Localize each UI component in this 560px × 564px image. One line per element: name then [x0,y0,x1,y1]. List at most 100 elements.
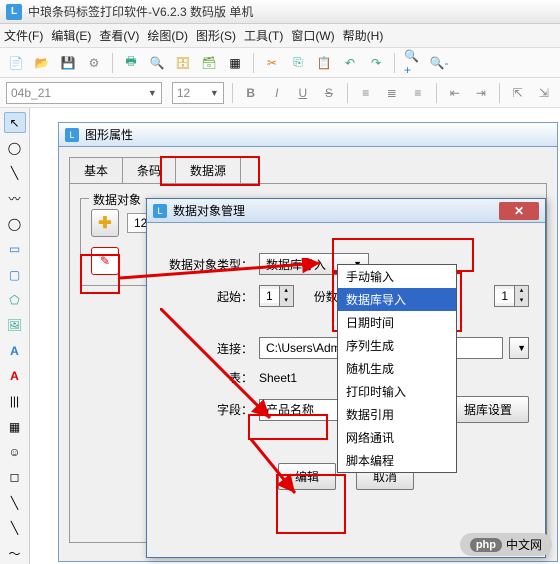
dropdown-option[interactable]: 打印时输入 [338,380,456,403]
spin-up-icon[interactable]: ▴ [279,286,293,296]
qr-tool-icon[interactable]: ▦ [4,416,26,437]
menu-window[interactable]: 窗口(W) [291,27,334,44]
new-icon[interactable]: 📄 [6,53,26,73]
menu-shape[interactable]: 图形(S) [196,27,236,44]
dropdown-option[interactable]: 随机生成 [338,357,456,380]
dropdown-option[interactable]: 手动输入 [338,265,456,288]
menu-tool[interactable]: 工具(T) [244,27,283,44]
text-tool-icon[interactable]: A [4,340,26,361]
dropdown-option[interactable]: 序列生成 [338,334,456,357]
menu-view[interactable]: 查看(V) [99,27,139,44]
dropdown-option[interactable]: 数据库导入 [338,288,456,311]
add-button[interactable]: ✚ [91,209,119,237]
fontsize-combo[interactable]: 12 ▼ [172,82,224,104]
pointer-icon[interactable]: ↖ [4,112,26,133]
rect-tool-icon[interactable]: ▭ [4,239,26,260]
diag-tool-icon[interactable]: ╲ [4,492,26,513]
dropdown-option[interactable]: 数据引用 [338,403,456,426]
menu-file[interactable]: 文件(F) [4,27,43,44]
dropdown-option[interactable]: 脚本编程 [338,449,456,472]
db-settings-button[interactable]: 据库设置 [447,396,529,423]
indent2-icon[interactable]: ⇲ [534,82,554,104]
paste-icon[interactable]: 📋 [314,53,334,73]
zoomout-icon[interactable]: 🔍- [429,53,449,73]
square-tool-icon[interactable]: ◻ [4,467,26,488]
watermark-logo: php 中文网 [460,533,552,556]
menu-help[interactable]: 帮助(H) [343,27,384,44]
tab-datasource[interactable]: 数据源 [175,157,241,183]
richtext-tool-icon[interactable]: A [4,365,26,386]
diag2-tool-icon[interactable]: ╲ [4,517,26,538]
redo-icon[interactable]: ↷ [366,53,386,73]
wave-tool-icon[interactable]: 〜 [4,543,26,564]
ellipse-tool-icon[interactable]: ◯ [4,213,26,234]
main-toolbar: 📄 📂 💾 ⚙ 🖶 🔍 🗄 🗃 ▦ ✂ ⎘ 📋 ↶ ↷ 🔍+ 🔍- [0,48,560,78]
spin-up-icon[interactable]: ▴ [514,286,528,296]
cut-icon[interactable]: ✂ [262,53,282,73]
conn-dropdown-arrow[interactable]: ▼ [509,337,529,359]
align-right-icon[interactable]: ≡ [408,82,428,104]
print-icon[interactable]: 🖶 [121,53,141,73]
settings-icon[interactable]: ⚙ [84,53,104,73]
undo-icon[interactable]: ↶ [340,53,360,73]
dropdown-option[interactable]: 网络通讯 [338,426,456,449]
polygon-tool-icon[interactable]: ⬠ [4,289,26,310]
dialog-header[interactable]: L 数据对象管理 ✕ [147,199,545,223]
save-icon[interactable]: 💾 [58,53,78,73]
align-center-icon[interactable]: ≣ [382,82,402,104]
copies-value: 1 [495,289,514,303]
grid-icon[interactable]: ▦ [225,53,245,73]
db1-icon[interactable]: 🗄 [173,53,193,73]
spin-down-icon[interactable]: ▾ [514,296,528,306]
edit-button[interactable]: ✎ [91,247,119,275]
tabs: 基本 条码 数据源 [59,157,557,183]
start-spinner[interactable]: 1 ▴▾ [259,285,294,307]
font-combo[interactable]: 04b_21 ▼ [6,82,162,104]
copies-spinner[interactable]: 1 ▴▾ [494,285,529,307]
indent1-icon[interactable]: ⇱ [508,82,528,104]
panel-header: L 图形属性 [59,123,557,147]
menu-draw[interactable]: 绘图(D) [147,27,188,44]
copy-icon[interactable]: ⎘ [288,53,308,73]
chevron-down-icon: ▼ [148,88,157,98]
spacing1-icon[interactable]: ⇤ [445,82,465,104]
dropdown-option[interactable]: 日期时间 [338,311,456,334]
db2-icon[interactable]: 🗃 [199,53,219,73]
curve-tool-icon[interactable]: 〰 [4,188,26,209]
tab-basic[interactable]: 基本 [69,157,123,183]
bold-icon[interactable]: B [241,82,261,104]
conn-label: 连接： [163,340,253,357]
smile-tool-icon[interactable]: ☺ [4,441,26,462]
separator [394,53,395,73]
panel-icon: L [65,128,79,142]
zoomin-icon[interactable]: 🔍+ [403,53,423,73]
circle-tool-icon[interactable]: ◯ [4,137,26,158]
spin-down-icon[interactable]: ▾ [279,296,293,306]
preview-icon[interactable]: 🔍 [147,53,167,73]
close-button[interactable]: ✕ [499,202,539,220]
strike-icon[interactable]: S [319,82,339,104]
copies-label: 份数 [314,288,338,305]
edit-dialog-button[interactable]: 编辑 [278,463,336,490]
italic-icon[interactable]: I [267,82,287,104]
menubar: 文件(F) 编辑(E) 查看(V) 绘图(D) 图形(S) 工具(T) 窗口(W… [0,24,560,48]
font-value: 04b_21 [11,86,51,100]
roundrect-tool-icon[interactable]: ▢ [4,264,26,285]
underline-icon[interactable]: U [293,82,313,104]
spacing2-icon[interactable]: ⇥ [471,82,491,104]
titlebar: L 中琅条码标签打印软件-V6.2.3 数码版 单机 [0,0,560,24]
line-tool-icon[interactable]: ╲ [4,163,26,184]
data-object-dialog: L 数据对象管理 ✕ 数据对象类型： 数据库导入 ▼ 起始： 1 ▴▾ 份数 [146,198,546,558]
align-left-icon[interactable]: ≡ [356,82,376,104]
tab-barcode[interactable]: 条码 [122,157,176,183]
format-toolbar: 04b_21 ▼ 12 ▼ B I U S ≡ ≣ ≡ ⇤ ⇥ ⇱ ⇲ [0,78,560,108]
separator [112,53,113,73]
barcode-tool-icon[interactable]: ||| [4,391,26,412]
menu-edit[interactable]: 编辑(E) [51,27,91,44]
logo-text: 中文网 [506,536,542,553]
start-value: 1 [260,289,279,303]
separator [499,83,500,103]
panel-title: 图形属性 [85,126,133,143]
image-tool-icon[interactable]: 🖼 [4,315,26,336]
open-icon[interactable]: 📂 [32,53,52,73]
